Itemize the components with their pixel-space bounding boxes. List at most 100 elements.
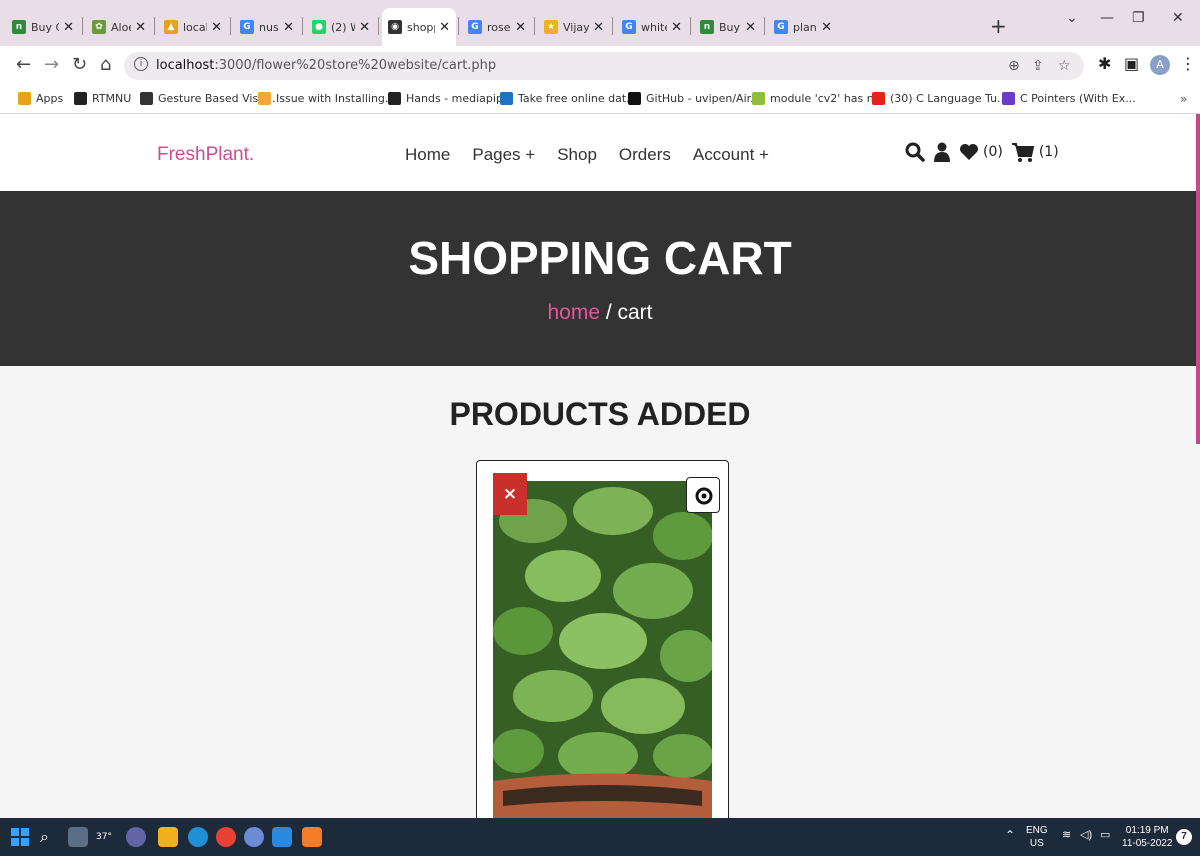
vscode-icon[interactable] (272, 827, 292, 847)
breadcrumb-home-link[interactable]: home (547, 301, 600, 324)
nav-pages[interactable]: Pages + (472, 145, 535, 165)
tab-favicon-icon: ▲ (164, 20, 178, 34)
browser-tab[interactable]: ✿ Aloe Ve ✕ (86, 12, 152, 42)
bookmark-item[interactable]: Issue with Installing... (258, 92, 395, 105)
site-logo[interactable]: FreshPlant. (157, 144, 254, 166)
cart-icon[interactable] (1011, 142, 1035, 162)
page-scrollbar[interactable] (1196, 114, 1200, 444)
bookmark-favicon-icon (872, 92, 885, 105)
tab-separator (154, 17, 155, 35)
browser-tab[interactable]: Gwhite r ✕ (616, 12, 688, 42)
heart-icon[interactable] (959, 143, 979, 161)
windows-start-icon[interactable] (10, 827, 30, 847)
reload-icon[interactable]: ↻ (72, 54, 87, 75)
product-image[interactable] (493, 481, 712, 818)
forward-icon[interactable]: → (44, 54, 59, 75)
windows-taskbar: ⌕ 37° ⌃ ENG US ≋ ◁) ▭ 01:19 PM 11-05-202… (0, 818, 1200, 856)
site-info-icon[interactable]: i (134, 57, 148, 71)
browser-menu-icon[interactable]: ⋮ (1180, 54, 1196, 73)
close-tab-icon[interactable]: ✕ (135, 20, 146, 35)
close-tab-icon[interactable]: ✕ (821, 20, 832, 35)
restore-button[interactable]: ❐ (1132, 10, 1145, 26)
close-tab-icon[interactable]: ✕ (63, 20, 74, 35)
browser-tab[interactable]: n Buy Ro ✕ (694, 12, 762, 42)
close-tab-icon[interactable]: ✕ (671, 20, 682, 35)
volume-icon[interactable]: ◁) (1080, 829, 1092, 842)
notification-badge[interactable]: 7 (1176, 829, 1192, 845)
xampp-icon[interactable] (302, 827, 322, 847)
file-explorer-icon[interactable] (158, 827, 178, 847)
nav-account[interactable]: Account + (693, 145, 769, 165)
minimize-button[interactable]: — (1100, 10, 1114, 26)
chrome-profile-icon[interactable] (244, 827, 264, 847)
url-text[interactable]: localhost:3000/flower%20store%20website/… (156, 58, 496, 73)
bookmark-item[interactable]: Hands - mediapipe (388, 92, 510, 105)
nav-shop[interactable]: Shop (557, 145, 597, 165)
close-tab-icon[interactable]: ✕ (283, 20, 294, 35)
teams-icon[interactable] (126, 827, 146, 847)
search-icon[interactable] (905, 142, 925, 162)
bookmark-label: Take free online dat... (518, 92, 637, 105)
browser-tab[interactable]: ◉ shoppi ✕ (382, 8, 456, 46)
close-window-button[interactable]: ✕ (1172, 10, 1184, 26)
close-tab-icon[interactable]: ✕ (515, 20, 526, 35)
tab-favicon-icon: n (12, 20, 26, 34)
tab-separator (690, 17, 691, 35)
zoom-icon[interactable]: ⊕ (1008, 58, 1020, 74)
bookmark-item[interactable]: Apps (18, 92, 63, 105)
bookmark-item[interactable]: Gesture Based Visu... (140, 92, 276, 105)
view-product-button[interactable] (686, 477, 720, 513)
language-indicator[interactable]: ENG US (1026, 824, 1048, 850)
bookmark-label: (30) C Language Tu... (890, 92, 1008, 105)
bookmark-label: RTMNU (92, 92, 132, 105)
taskbar-search-icon[interactable]: ⌕ (40, 827, 60, 847)
close-tab-icon[interactable]: ✕ (359, 20, 370, 35)
browser-tab[interactable]: Gnusry fl ✕ (234, 12, 300, 42)
weather-widget[interactable]: 37° (96, 827, 116, 847)
close-tab-icon[interactable]: ✕ (593, 20, 604, 35)
edge-icon[interactable] (188, 827, 208, 847)
new-tab-button[interactable]: + (990, 14, 1007, 38)
cart-count[interactable]: (1) (1039, 144, 1059, 160)
tray-overflow-icon[interactable]: ⌃ (1005, 829, 1015, 842)
bookmark-star-icon[interactable]: ☆ (1058, 58, 1071, 74)
header-icons: (0) (1) (905, 142, 1059, 162)
back-icon[interactable]: ← (16, 54, 31, 75)
bookmark-item[interactable]: RTMNU (74, 92, 131, 105)
close-tab-icon[interactable]: ✕ (745, 20, 756, 35)
browser-tab[interactable]: ★ Vijay Sa✕ (538, 12, 610, 42)
nav-orders[interactable]: Orders (619, 145, 671, 165)
clock[interactable]: 01:19 PM 11-05-2022 (1122, 824, 1172, 850)
close-tab-icon[interactable]: ✕ (439, 20, 450, 35)
bookmark-item[interactable]: Take free online dat... (500, 92, 637, 105)
battery-icon[interactable]: ▭ (1100, 829, 1110, 842)
chrome-icon[interactable] (216, 827, 236, 847)
more-bookmarks-icon[interactable]: » (1180, 92, 1187, 106)
nav-home[interactable]: Home (405, 145, 450, 165)
tab-favicon-icon: ● (312, 20, 326, 34)
side-panel-icon[interactable]: ▣ (1124, 54, 1139, 73)
tab-search-icon[interactable]: ⌄ (1066, 10, 1078, 26)
bookmarks-bar: Apps RTMNU Gesture Based Visu... Issue with… (0, 86, 1200, 114)
home-icon[interactable]: ⌂ (100, 54, 111, 75)
bookmark-item[interactable]: (30) C Language Tu... (872, 92, 1008, 105)
task-view-icon[interactable] (68, 827, 88, 847)
address-bar[interactable]: i localhost:3000/flower%20store%20websit… (124, 52, 1084, 80)
bookmark-item[interactable]: module 'cv2' has n... (752, 92, 884, 105)
profile-avatar[interactable]: A (1150, 55, 1170, 75)
user-icon[interactable] (933, 142, 951, 162)
browser-tab[interactable]: ▲ localho ✕ (158, 12, 228, 42)
share-icon[interactable]: ⇪ (1032, 58, 1044, 74)
browser-tab[interactable]: Grose pl ✕ (462, 12, 532, 42)
browser-tab[interactable]: ● (2) Wha ✕ (306, 12, 376, 42)
close-tab-icon[interactable]: ✕ (211, 20, 222, 35)
wishlist-count[interactable]: (0) (983, 144, 1003, 160)
bookmark-item[interactable]: GitHub - uvipen/Air... (628, 92, 761, 105)
browser-tab[interactable]: n Buy Co ✕ (6, 12, 80, 42)
tab-favicon-icon: n (700, 20, 714, 34)
browser-tab[interactable]: Gplant d ✕ (768, 12, 838, 42)
wifi-icon[interactable]: ≋ (1062, 829, 1071, 842)
remove-item-button[interactable]: × (493, 473, 527, 515)
extensions-icon[interactable]: ✱ (1098, 54, 1111, 73)
bookmark-item[interactable]: C Pointers (With Ex... (1002, 92, 1136, 105)
